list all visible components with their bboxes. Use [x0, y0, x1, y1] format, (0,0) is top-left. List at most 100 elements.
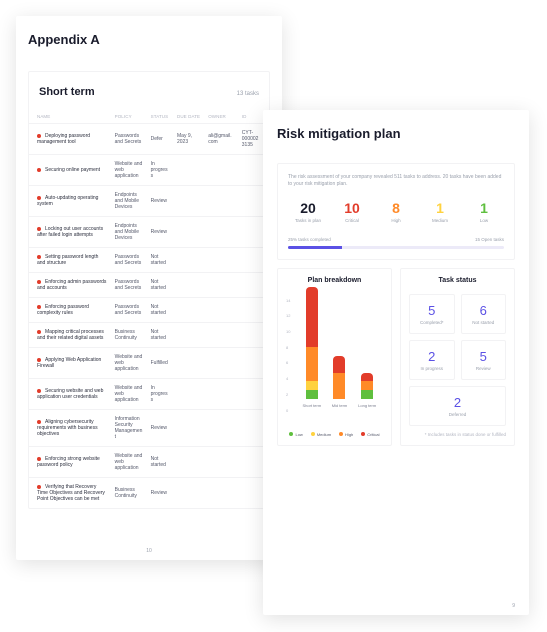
page-number: 10	[146, 548, 152, 554]
task-owner	[204, 217, 238, 248]
table-row[interactable]: Securing online payment Website and web a…	[29, 155, 269, 186]
stat-label: High	[376, 218, 416, 223]
critical-dot-icon	[37, 457, 41, 461]
critical-dot-icon	[37, 168, 41, 172]
status-tile: 5Review	[461, 340, 507, 380]
table-row[interactable]: Aligning cybersecurity requirements with…	[29, 410, 269, 447]
axis-tick: 8	[286, 345, 288, 350]
table-row[interactable]: Setting password length and structurePas…	[29, 248, 269, 273]
stat-number: 8	[376, 200, 416, 216]
th-name: NAME	[29, 110, 111, 124]
table-row[interactable]: Applying Web Application FirewallWebsite…	[29, 348, 269, 379]
page-title: Appendix A	[28, 32, 270, 47]
status-tile: 2Deferred	[409, 386, 506, 426]
task-policy: Website and web application	[111, 447, 147, 478]
legend-dot-icon	[339, 432, 343, 436]
short-term-card: Short term 13 tasks NAME POLICY STATUS D…	[28, 71, 270, 509]
stat-label: Critical	[332, 218, 372, 223]
status-grid: 5Completed*6Not started2In progress5Revi…	[409, 294, 506, 426]
task-status: Not started	[147, 273, 173, 298]
task-status: Not started	[147, 323, 173, 348]
bar-segment-high	[306, 347, 318, 381]
axis-tick: 12	[286, 313, 290, 318]
bar-segment-low	[361, 390, 373, 399]
legend-dot-icon	[311, 432, 315, 436]
task-due	[173, 217, 204, 248]
task-name: Verifying that Recovery Time Objectives …	[37, 484, 105, 502]
task-name: Auto-updating operating system	[37, 195, 98, 207]
critical-dot-icon	[37, 358, 41, 362]
legend-dot-icon	[361, 432, 365, 436]
risk-plan-page: Risk mitigation plan The risk assessment…	[263, 110, 529, 615]
stats-row: 20Tasks in plan10Critical8High1Medium1Lo…	[288, 200, 504, 223]
task-owner	[204, 323, 238, 348]
stat-label: Tasks in plan	[288, 218, 328, 223]
bar-column: Mid term	[333, 356, 345, 408]
bar-segment-critical	[361, 373, 373, 382]
task-policy: Website and web application	[111, 379, 147, 410]
table-row[interactable]: Enforcing admin passwords and accountsPa…	[29, 273, 269, 298]
legend-item: Critical	[361, 432, 379, 437]
table-row[interactable]: Enforcing password complexity rulesPassw…	[29, 298, 269, 323]
tile-number: 5	[428, 303, 435, 318]
critical-dot-icon	[37, 420, 41, 424]
table-row[interactable]: Enforcing strong website password policy…	[29, 447, 269, 478]
table-row[interactable]: Verifying that Recovery Time Objectives …	[29, 478, 269, 509]
table-row[interactable]: Mapping critical processes and their rel…	[29, 323, 269, 348]
task-policy: Website and web application	[111, 155, 147, 186]
tile-number: 2	[428, 349, 435, 364]
appendix-page: Appendix A Short term 13 tasks NAME POLI…	[16, 16, 282, 560]
progress-row: 25% tasks completed 15 Open tasks	[288, 237, 504, 249]
table-row[interactable]: Securing website and web application use…	[29, 379, 269, 410]
task-status: Not started	[147, 298, 173, 323]
task-owner	[204, 379, 238, 410]
breakdown-panel: Plan breakdown 14121086420 Short termMid…	[277, 268, 392, 446]
bar-category-label: Long term	[358, 403, 376, 408]
chart-area: 14121086420 Short termMid termLong term	[286, 294, 383, 428]
axis-tick: 4	[286, 376, 288, 381]
task-name: Aligning cybersecurity requirements with…	[37, 419, 98, 437]
th-status: STATUS	[147, 110, 173, 124]
task-status: Fulfilled	[147, 348, 173, 379]
task-owner	[204, 348, 238, 379]
task-due: May 9, 2023	[173, 124, 204, 155]
task-policy: Website and web application	[111, 348, 147, 379]
stat-tile: 20Tasks in plan	[288, 200, 328, 223]
task-policy: Endpoints and Mobile Devices	[111, 186, 147, 217]
axis-tick: 6	[286, 360, 288, 365]
tile-number: 2	[454, 395, 461, 410]
task-status: Review	[147, 478, 173, 509]
tile-label: Not started	[472, 320, 494, 325]
critical-dot-icon	[37, 196, 41, 200]
task-status-panel: Task status 5Completed*6Not started2In p…	[400, 268, 515, 446]
task-due	[173, 155, 204, 186]
stat-tile: 8 High	[376, 200, 416, 223]
table-row[interactable]: Deploying password management toolPasswo…	[29, 124, 269, 155]
task-due	[173, 348, 204, 379]
tile-label: Completed*	[420, 320, 444, 325]
table-row[interactable]: Auto-updating operating system Endpoints …	[29, 186, 269, 217]
task-status: Review	[147, 186, 173, 217]
stat-number: 1	[464, 200, 504, 216]
bar-column: Short term	[306, 287, 318, 407]
open-tasks: 15 Open tasks	[475, 237, 504, 242]
bar-segment-low	[306, 390, 318, 399]
task-policy: Passwords and Secrets	[111, 248, 147, 273]
axis-tick: 14	[286, 298, 290, 303]
axis-tick: 0	[286, 408, 288, 413]
th-due: DUE DATE	[173, 110, 204, 124]
progress-pct: 25% tasks completed	[288, 237, 331, 242]
legend-dot-icon	[289, 432, 293, 436]
legend-item: High	[339, 432, 353, 437]
table-row[interactable]: Locking out user accounts after failed l…	[29, 217, 269, 248]
tasks-table: NAME POLICY STATUS DUE DATE OWNER ID Dep…	[29, 110, 269, 508]
stat-tile: 10Critical	[332, 200, 372, 223]
task-due	[173, 186, 204, 217]
task-due	[173, 248, 204, 273]
task-name: Securing online payment	[45, 167, 100, 173]
panel-title: Task status	[409, 277, 506, 284]
page-number: 9	[512, 603, 515, 609]
task-count: 13 tasks	[237, 91, 259, 97]
tile-number: 5	[480, 349, 487, 364]
th-policy: POLICY	[111, 110, 147, 124]
